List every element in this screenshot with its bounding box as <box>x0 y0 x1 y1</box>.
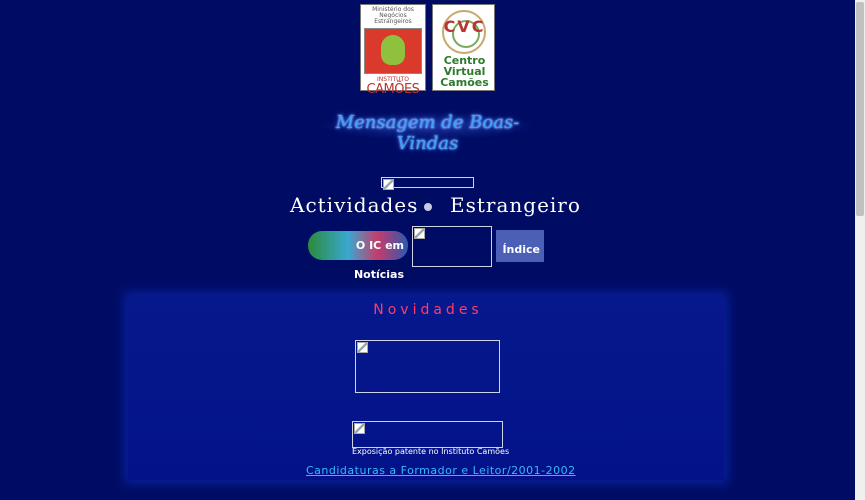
welcome-message-link[interactable]: Mensagem de Boas-Vindas <box>320 112 535 154</box>
page: Ministério dos Negócios Estrangeiros INS… <box>0 0 855 500</box>
bullet-dot-icon <box>424 203 432 211</box>
centro-virtual-camoes-logo[interactable]: CVC Centro Virtual Camões <box>432 4 495 91</box>
cvc-text: Centro Virtual Camões <box>433 55 496 88</box>
vertical-scrollbar[interactable] <box>855 0 865 500</box>
heading-word-actividades: Actividades <box>290 193 419 217</box>
broken-image-nav[interactable] <box>412 226 492 267</box>
camoes-text: CAMÕES <box>366 82 420 97</box>
section-heading: Actividades Estrangeiro <box>280 193 580 221</box>
scrollbar-thumb[interactable] <box>856 2 864 216</box>
heading-word-estrangeiro: Estrangeiro <box>450 193 581 217</box>
novidades-title: Novidades <box>373 302 483 318</box>
ic-em-noticias-button[interactable]: O IC em Notícias <box>308 231 408 281</box>
indice-button[interactable]: Índice <box>496 230 544 262</box>
instituto-camoes-logo[interactable]: Ministério dos Negócios Estrangeiros INS… <box>360 4 426 96</box>
candidaturas-link[interactable]: Candidaturas a Formador e Leitor/2001-20… <box>306 464 576 477</box>
ministry-line2: Estrangeiros <box>374 18 412 25</box>
camoes-face-icon <box>364 28 422 74</box>
broken-image-exposicao[interactable] <box>352 421 503 448</box>
broken-image-banner <box>381 177 474 190</box>
broken-image-novidades[interactable] <box>355 340 500 393</box>
exposicao-caption: Exposição patente no Instituto Camões <box>352 447 510 456</box>
cvc-letters: CVC <box>443 17 486 36</box>
ministry-text: Ministério dos Negócios Estrangeiros <box>364 7 422 25</box>
cvc-line3: Camões <box>440 76 489 89</box>
